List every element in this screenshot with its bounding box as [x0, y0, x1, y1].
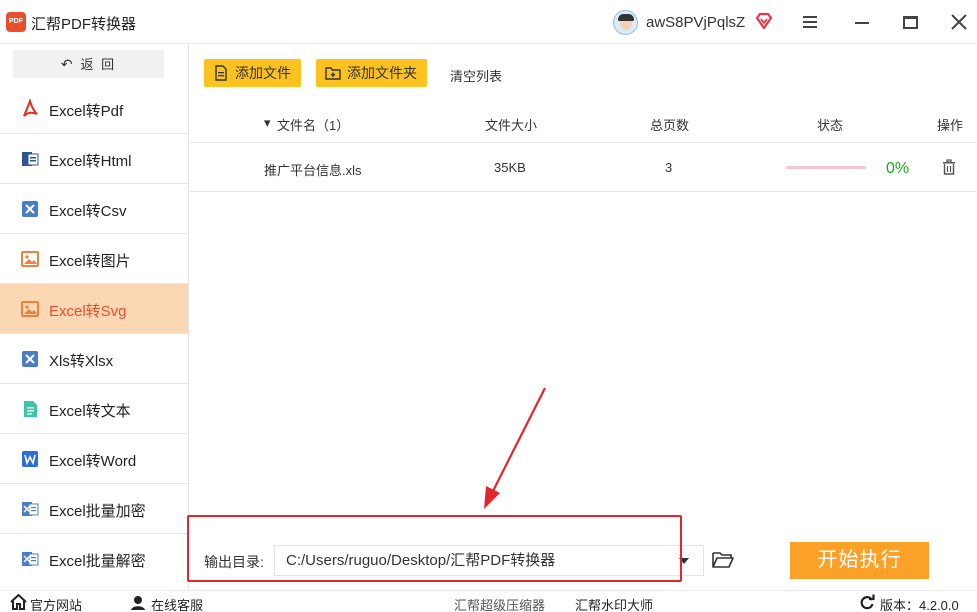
pdf-icon: [23, 99, 38, 117]
header-action: 操作: [937, 118, 964, 133]
excel-lock-icon: [22, 502, 39, 516]
word-icon: [22, 451, 38, 467]
username[interactable]: awS8PVjPqlsZ: [646, 14, 745, 31]
app-logo-icon: PDF: [6, 12, 26, 32]
sidebar-item-excel-csv[interactable]: Excel转Csv: [0, 184, 188, 234]
header-file-size: 文件大小: [485, 118, 538, 133]
refresh-icon[interactable]: [859, 594, 875, 610]
sidebar-item-label: Excel转文本: [49, 403, 131, 420]
progress-percent: 0%: [886, 160, 910, 177]
minimize-icon[interactable]: [855, 22, 869, 24]
vip-diamond-icon[interactable]: [754, 12, 774, 30]
version-label: 版本：4.2.0.0: [880, 598, 959, 612]
sidebar-item-xls-xlsx[interactable]: Xls转Xlsx: [0, 334, 188, 384]
back-label: 返 回: [80, 57, 117, 72]
app-window: PDF 汇帮PDF转换器 awS8PVjPqlsZ ↶ 返 回 Excel转Pd…: [0, 0, 977, 612]
excel-unlock-icon: [22, 552, 39, 566]
delete-icon[interactable]: [942, 159, 956, 175]
status-bar: 官方网站 在线客服 汇帮超级压缩器 汇帮水印大师 版本：4.2.0.0: [0, 590, 977, 612]
progress-bar: [786, 166, 866, 169]
user-avatar[interactable]: [613, 10, 638, 35]
header-file-name[interactable]: 文件名（1）: [277, 115, 349, 134]
sidebar-item-label: Excel转Pdf: [49, 103, 124, 120]
text-file-icon: [24, 401, 37, 417]
excel-icon: [22, 351, 38, 367]
maximize-icon[interactable]: [903, 16, 918, 29]
close-icon[interactable]: [950, 13, 968, 31]
image-icon: [21, 251, 39, 267]
support-agent-icon: [131, 596, 145, 610]
sidebar-item-excel-decrypt[interactable]: Excel批量解密: [0, 534, 188, 584]
sidebar-item-excel-html[interactable]: Excel转Html: [0, 134, 188, 184]
sidebar: ↶ 返 回 Excel转Pdf Excel转Html Excel转Csv Exc…: [0, 44, 189, 589]
browse-folder-icon[interactable]: [712, 551, 734, 569]
sidebar-item-excel-encrypt[interactable]: Excel批量加密: [0, 484, 188, 534]
clear-list-button[interactable]: 清空列表: [450, 66, 502, 85]
product-link-compressor[interactable]: 汇帮超级压缩器: [454, 595, 545, 612]
sidebar-item-label: Excel转Word: [49, 453, 137, 470]
add-folder-button[interactable]: 添加文件夹: [316, 59, 427, 87]
sidebar-item-label: Excel转图片: [49, 253, 131, 270]
output-dir-select[interactable]: C:/Users/ruguo/Desktop/汇帮PDF转换器: [274, 545, 704, 576]
html-file-icon: [22, 152, 39, 166]
cell-page-count: 3: [665, 160, 673, 175]
sidebar-item-label: Excel转Csv: [49, 203, 127, 220]
sidebar-item-label: Excel转Svg: [49, 303, 127, 320]
website-link[interactable]: 官方网站: [30, 595, 82, 612]
support-link[interactable]: 在线客服: [151, 595, 203, 612]
sort-caret-icon[interactable]: ▾: [264, 115, 271, 131]
dropdown-caret-icon[interactable]: [679, 558, 689, 564]
header-page-count: 总页数: [650, 118, 690, 133]
add-file-icon: [215, 65, 227, 81]
home-icon: [10, 594, 27, 610]
sidebar-item-label: Xls转Xlsx: [49, 353, 114, 370]
output-dir-label: 输出目录:: [204, 554, 264, 570]
excel-icon: [22, 201, 38, 217]
sidebar-item-excel-word[interactable]: Excel转Word: [0, 434, 188, 484]
app-title: 汇帮PDF转换器: [31, 16, 137, 33]
output-dir-path: C:/Users/ruguo/Desktop/汇帮PDF转换器: [286, 552, 556, 569]
sidebar-item-label: Excel批量加密: [49, 503, 146, 520]
avatar-hair: [618, 14, 634, 21]
file-table: ▾ 文件名（1） 文件大小 总页数 状态 操作 推广平台信息.xls 35KB …: [190, 102, 977, 192]
title-bar: PDF 汇帮PDF转换器 awS8PVjPqlsZ: [0, 0, 977, 44]
toolbar: 添加文件 添加文件夹 清空列表: [190, 44, 977, 102]
table-header: ▾ 文件名（1） 文件大小 总页数 状态 操作: [190, 102, 977, 143]
menu-icon[interactable]: [802, 15, 818, 29]
cell-file-name: 推广平台信息.xls: [264, 163, 362, 178]
table-row[interactable]: 推广平台信息.xls 35KB 3 0%: [190, 143, 977, 192]
annotation-arrow-icon: [484, 387, 546, 509]
start-button[interactable]: 开始执行: [790, 542, 929, 579]
sidebar-item-excel-image[interactable]: Excel转图片: [0, 234, 188, 284]
back-button[interactable]: ↶ 返 回: [13, 50, 164, 78]
sidebar-item-excel-text[interactable]: Excel转文本: [0, 384, 188, 434]
add-file-label: 添加文件: [235, 65, 291, 81]
add-folder-icon: [325, 67, 341, 80]
sidebar-item-excel-pdf[interactable]: Excel转Pdf: [0, 84, 188, 134]
header-status: 状态: [817, 118, 844, 133]
sidebar-item-label: Excel转Html: [49, 153, 132, 170]
add-file-button[interactable]: 添加文件: [204, 59, 301, 87]
cell-file-size: 35KB: [494, 160, 526, 175]
product-link-watermark[interactable]: 汇帮水印大师: [575, 595, 653, 612]
sidebar-item-excel-svg[interactable]: Excel转Svg: [0, 284, 188, 334]
sidebar-item-label: Excel批量解密: [49, 553, 146, 570]
image-icon: [21, 301, 39, 317]
add-folder-label: 添加文件夹: [347, 65, 417, 81]
back-arrow-icon: ↶: [60, 56, 75, 72]
